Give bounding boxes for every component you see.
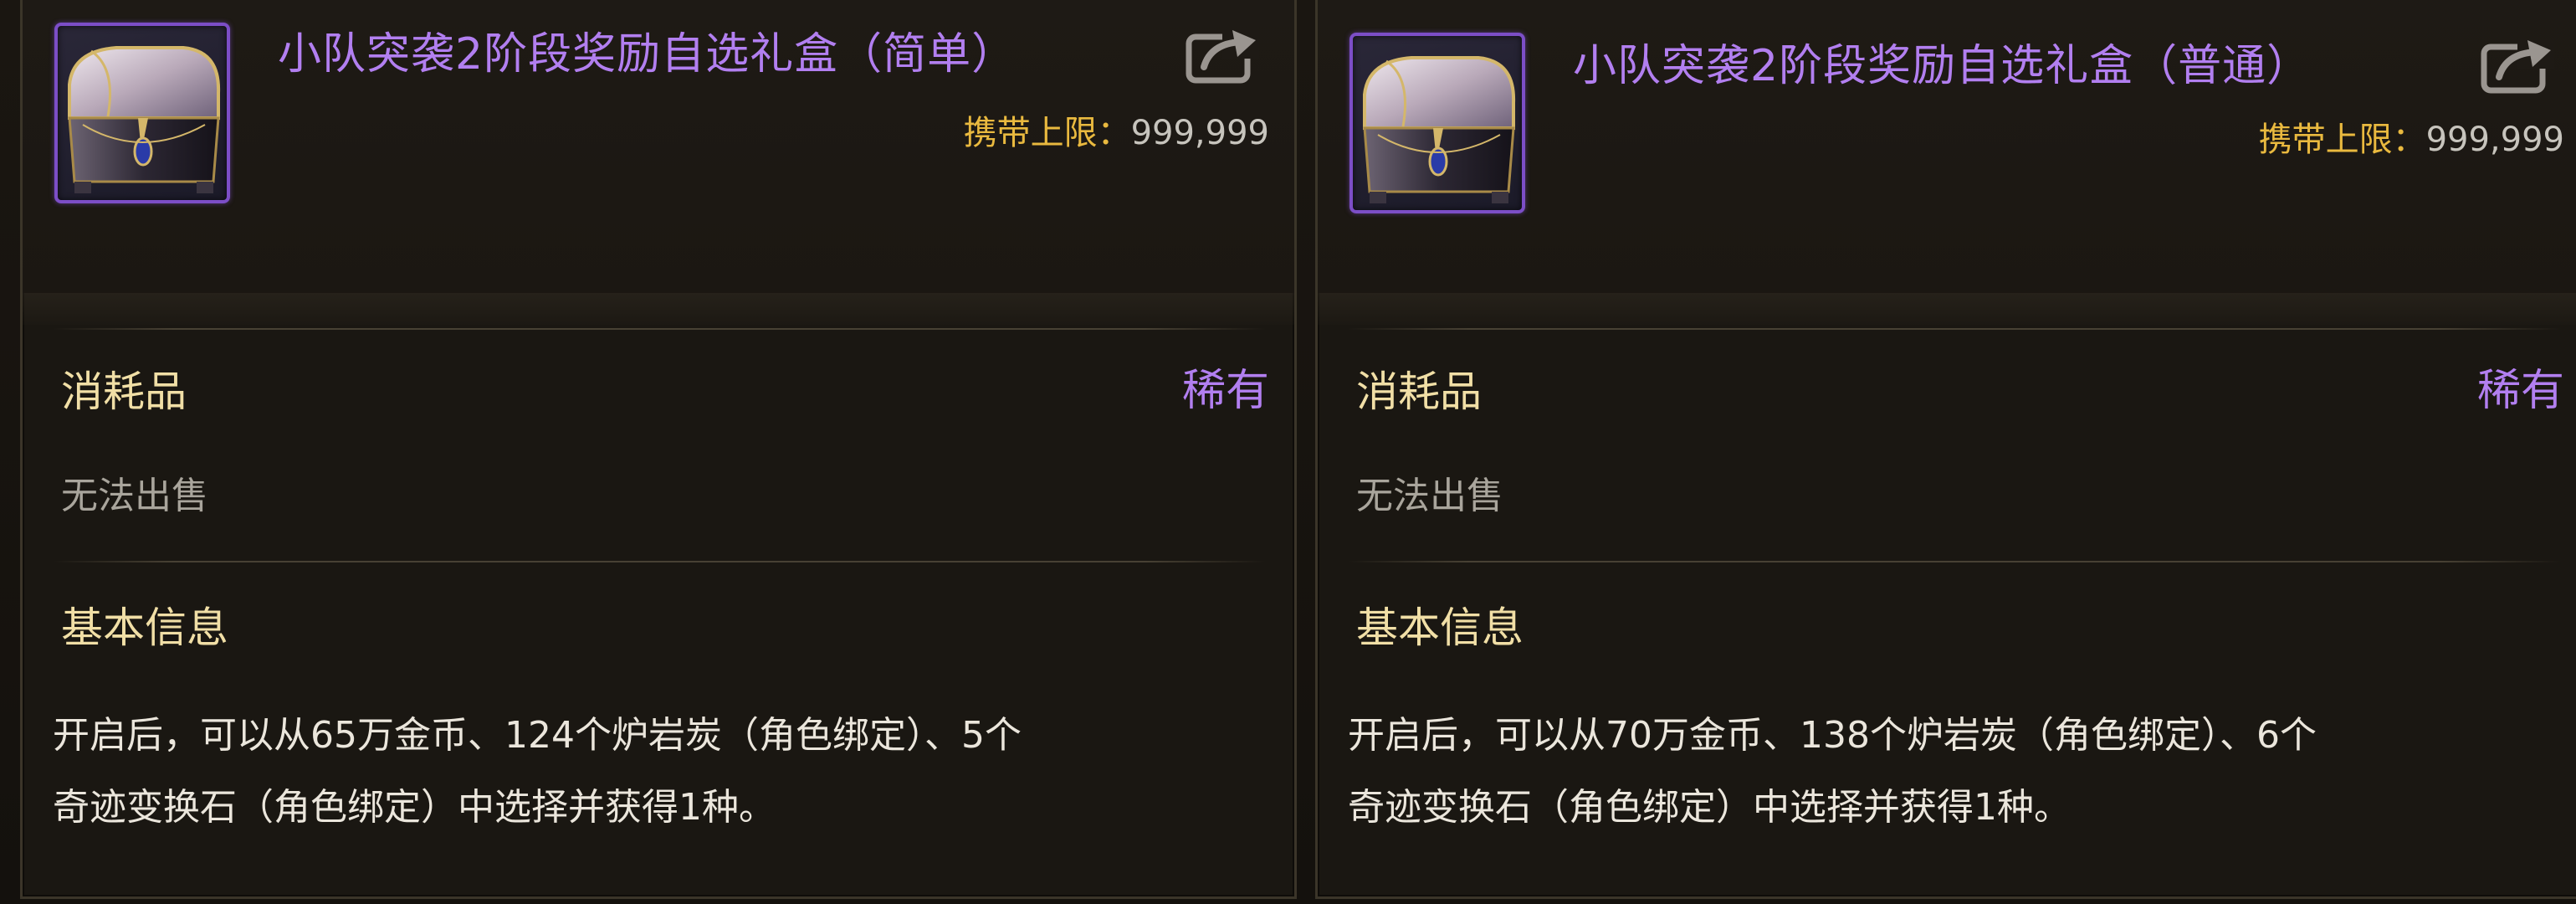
treasure-chest-icon	[68, 46, 221, 193]
description-line: 开启后，可以从65万金币、124个炉岩炭（角色绑定）、5个	[53, 714, 1022, 757]
share-icon	[1186, 28, 1259, 84]
carry-limit-label: 携带上限：	[2258, 121, 2426, 159]
item-type: 消耗品	[61, 367, 187, 416]
item-tooltip-normal: 小队突袭2阶段奖励自选礼盒（普通） 携带上限：999,999 消耗品 稀有 无法…	[1315, 0, 2576, 899]
item-rarity: 稀有	[2476, 366, 2564, 416]
carry-limit-value: 999,999	[1130, 114, 1269, 152]
carry-limit-label: 携带上限：	[963, 114, 1131, 152]
item-rarity: 稀有	[1181, 366, 1269, 416]
item-title: 小队突袭2阶段奖励自选礼盒（简单）	[278, 29, 1017, 80]
carry-limit: 携带上限：999,999	[964, 105, 1269, 154]
item-description: 开启后，可以从65万金币、124个炉岩炭（角色绑定）、5个 奇迹变换石（角色绑定…	[53, 700, 1257, 844]
header-separator-band	[23, 293, 1294, 325]
section-title-basic-info: 基本信息	[1356, 604, 1524, 652]
share-button[interactable]	[2481, 35, 2558, 95]
description-line: 奇迹变换石（角色绑定）中选择并获得1种。	[53, 786, 776, 829]
divider	[53, 328, 1266, 330]
description-line: 奇迹变换石（角色绑定）中选择并获得1种。	[1348, 786, 2071, 829]
divider	[1348, 328, 2561, 330]
item-icon-slot[interactable]	[54, 23, 230, 203]
sell-status: 无法出售	[1356, 475, 1503, 517]
share-icon	[2481, 39, 2554, 94]
item-type: 消耗品	[1356, 367, 1482, 416]
description-line: 开启后，可以从70万金币、138个炉岩炭（角色绑定）、6个	[1348, 714, 2317, 757]
item-description: 开启后，可以从70万金币、138个炉岩炭（角色绑定）、6个 奇迹变换石（角色绑定…	[1348, 700, 2553, 844]
carry-limit: 携带上限：999,999	[2259, 112, 2564, 161]
treasure-chest-icon	[1363, 56, 1516, 203]
item-tooltip-easy: 小队突袭2阶段奖励自选礼盒（简单） 携带上限：999,999 消耗品 稀有 无法…	[20, 0, 1297, 899]
divider	[1348, 561, 2561, 562]
carry-limit-value: 999,999	[2425, 121, 2564, 159]
item-icon-slot[interactable]	[1349, 33, 1525, 213]
sell-status: 无法出售	[61, 475, 208, 517]
item-title: 小队突袭2阶段奖励自选礼盒（普通）	[1573, 41, 2312, 91]
divider	[53, 561, 1266, 562]
share-button[interactable]	[1186, 25, 1262, 85]
header-separator-band	[1318, 293, 2576, 325]
section-title-basic-info: 基本信息	[61, 604, 228, 652]
